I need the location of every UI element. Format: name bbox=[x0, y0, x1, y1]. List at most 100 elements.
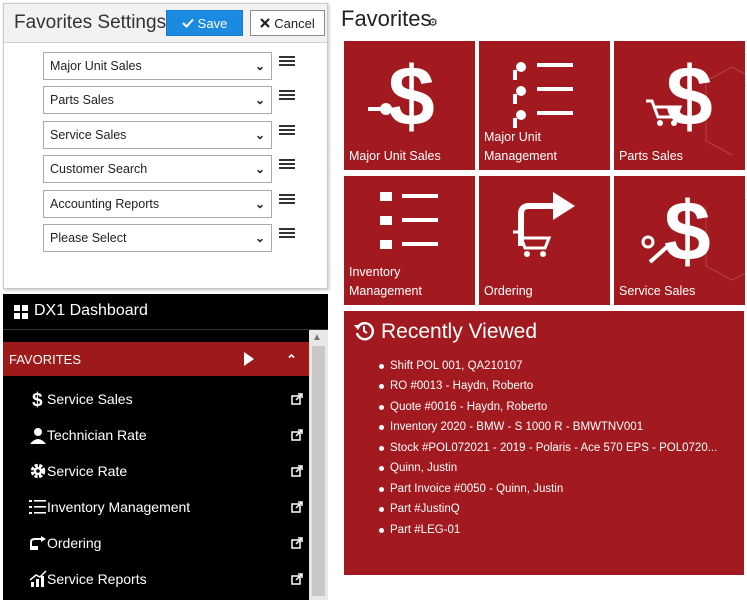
sidebar-item-label: Technician Rate bbox=[47, 427, 147, 443]
chevron-down-icon: ⌄ bbox=[254, 162, 265, 176]
tile-label: Inventory Management bbox=[349, 265, 422, 298]
sidebar-item-label: Service Rate bbox=[47, 463, 128, 479]
dashboard-header: DX1 Dashboard bbox=[3, 294, 328, 330]
recent-item[interactable]: Shift POL 001, QA210107 bbox=[379, 360, 523, 372]
svg-text:$: $ bbox=[32, 390, 43, 408]
tile-label: Ordering bbox=[484, 284, 533, 298]
favorite-row: Service Sales ⌄ bbox=[43, 121, 303, 149]
tile-service-sales[interactable]: $ Service Sales bbox=[614, 176, 745, 305]
tile-major-unit-sales[interactable]: $ Major Unit Sales bbox=[344, 41, 475, 170]
external-link-icon[interactable] bbox=[291, 429, 303, 441]
play-icon[interactable] bbox=[244, 352, 254, 366]
chevron-up-icon[interactable]: ⌃ bbox=[286, 352, 297, 368]
svg-text:$: $ bbox=[664, 184, 711, 274]
external-link-icon[interactable] bbox=[291, 465, 303, 477]
save-label: Save bbox=[197, 15, 228, 31]
dollar-wrench-icon: $ bbox=[641, 184, 711, 274]
recent-item[interactable]: Inventory 2020 - BMW - S 1000 R - BMWTNV… bbox=[378, 421, 643, 433]
drag-handle-icon[interactable] bbox=[279, 157, 295, 171]
tile-label: Major Unit Management bbox=[484, 130, 557, 163]
gear-icon[interactable]: ⚙ bbox=[428, 16, 438, 29]
chart-icon bbox=[29, 570, 47, 587]
favorite-select[interactable]: Customer Search ⌄ bbox=[43, 155, 272, 183]
favorites-section-header[interactable]: FAVORITES ⌃ bbox=[3, 342, 309, 376]
sidebar-item-ordering[interactable]: Ordering bbox=[3, 527, 309, 561]
cancel-label: Cancel bbox=[274, 15, 315, 31]
favorite-row: Customer Search ⌄ bbox=[43, 155, 303, 183]
chevron-down-icon: ⌄ bbox=[254, 128, 265, 142]
dashboard-sidebar: DX1 Dashboard FAVORITES ⌃ ▲ $ Service Sa… bbox=[3, 294, 328, 600]
favorites-section-label: FAVORITES bbox=[9, 352, 81, 367]
drag-handle-icon[interactable] bbox=[279, 54, 295, 68]
drag-handle-icon[interactable] bbox=[279, 226, 295, 240]
cancel-button[interactable]: Cancel bbox=[250, 10, 325, 36]
sidebar-item-service-reports[interactable]: Service Reports bbox=[3, 563, 309, 597]
favorite-select[interactable]: Service Sales ⌄ bbox=[43, 121, 272, 149]
recent-item[interactable]: Stock #POL072021 - 2019 - Polaris - Ace … bbox=[378, 442, 717, 454]
settings-header: Favorites Settings Save Cancel bbox=[4, 4, 327, 43]
recent-item[interactable]: RO #0013 - Haydn, Roberto bbox=[378, 380, 533, 392]
drag-handle-icon[interactable] bbox=[279, 192, 295, 206]
recent-item[interactable]: Quote #0016 - Haydn, Roberto bbox=[378, 401, 547, 413]
favorite-select[interactable]: Major Unit Sales ⌄ bbox=[43, 52, 272, 80]
sidebar-item-inventory-management[interactable]: Inventory Management bbox=[3, 491, 309, 525]
favorite-select-value: Major Unit Sales bbox=[50, 59, 142, 73]
sidebar-item-label: Service Reports bbox=[47, 571, 147, 587]
dollar-icon: $ bbox=[32, 390, 43, 408]
svg-text:$: $ bbox=[388, 49, 435, 139]
favorites-title: Favorites bbox=[341, 6, 432, 31]
favorite-select[interactable]: Accounting Reports ⌄ bbox=[43, 190, 272, 218]
chevron-down-icon: ⌄ bbox=[254, 93, 265, 107]
favorite-select-value: Service Sales bbox=[50, 128, 127, 142]
tile-ordering[interactable]: Ordering bbox=[479, 176, 610, 305]
sidebar-item-service-sales[interactable]: $ Service Sales bbox=[3, 383, 309, 417]
favorites-settings-panel: Favorites Settings Save Cancel Major Uni… bbox=[3, 3, 328, 289]
favorite-row: Accounting Reports ⌄ bbox=[43, 190, 303, 218]
technician-icon bbox=[30, 428, 46, 444]
recent-item[interactable]: Part #LEG-01 bbox=[378, 524, 460, 536]
sidebar-item-service-rate[interactable]: Service Rate bbox=[3, 455, 309, 489]
dollar-keys-icon: $ bbox=[368, 49, 435, 139]
save-button[interactable]: Save bbox=[166, 10, 243, 36]
chevron-down-icon: ⌄ bbox=[254, 231, 265, 245]
check-icon bbox=[181, 18, 194, 28]
external-link-icon[interactable] bbox=[291, 393, 303, 405]
history-icon bbox=[354, 322, 374, 341]
drag-handle-icon[interactable] bbox=[279, 88, 295, 102]
recent-item[interactable]: Quinn, Justin bbox=[378, 462, 457, 474]
favorite-row: Major Unit Sales ⌄ bbox=[43, 52, 303, 80]
external-link-icon[interactable] bbox=[291, 573, 303, 585]
sidebar-item-label: Service Sales bbox=[47, 391, 133, 407]
recent-item[interactable]: Part Invoice #0050 - Quinn, Justin bbox=[378, 483, 563, 495]
tile-label: Service Sales bbox=[619, 284, 696, 298]
chevron-down-icon: ⌄ bbox=[254, 59, 265, 73]
favorite-select[interactable]: Parts Sales ⌄ bbox=[43, 86, 272, 114]
dashboard-title: DX1 Dashboard bbox=[34, 302, 148, 319]
favorite-select-value: Customer Search bbox=[50, 162, 148, 176]
settings-title: Favorites Settings bbox=[14, 12, 167, 33]
external-link-icon[interactable] bbox=[291, 537, 303, 549]
list-icon bbox=[29, 500, 46, 514]
close-icon bbox=[260, 18, 271, 28]
scroll-thumb[interactable] bbox=[312, 346, 325, 596]
tile-inventory-management[interactable]: Inventory Management bbox=[344, 176, 475, 305]
sidebar-item-technician-rate[interactable]: Technician Rate bbox=[3, 419, 309, 453]
external-link-icon[interactable] bbox=[291, 501, 303, 513]
favorite-select-value: Please Select bbox=[50, 231, 127, 245]
favorite-select-value: Accounting Reports bbox=[50, 197, 160, 211]
tile-parts-sales[interactable]: $ Parts Sales bbox=[614, 41, 745, 170]
recent-item[interactable]: Part #JustinQ bbox=[379, 503, 460, 515]
favorite-select[interactable]: Please Select ⌄ bbox=[43, 224, 272, 252]
grid-icon bbox=[14, 305, 28, 319]
sidebar-item-label: Ordering bbox=[47, 535, 102, 551]
scroll-up-icon[interactable]: ▲ bbox=[312, 332, 322, 343]
tile-label: Parts Sales bbox=[619, 149, 683, 163]
drag-handle-icon[interactable] bbox=[279, 123, 295, 137]
recently-viewed-panel: Recently Viewed Shift POL 001, QA210107 … bbox=[344, 311, 744, 575]
scrollbar[interactable]: ▲ bbox=[309, 330, 328, 600]
cart-arrow-icon bbox=[513, 192, 575, 257]
recently-viewed-title: Recently Viewed bbox=[381, 320, 538, 343]
ordering-icon bbox=[30, 536, 46, 550]
gear-icon bbox=[30, 463, 46, 479]
tile-major-unit-management[interactable]: Major Unit Management bbox=[479, 41, 610, 170]
